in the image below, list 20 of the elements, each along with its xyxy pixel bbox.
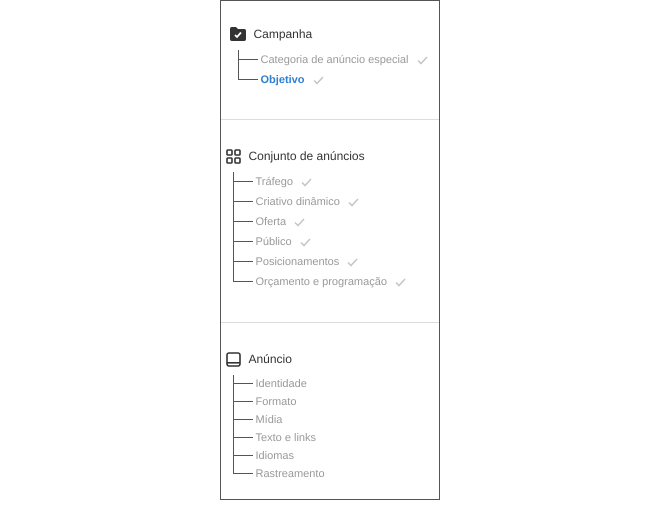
step-link[interactable]: Posicionamentos [256,254,340,270]
step-link[interactable]: Orçamento e programação [256,274,387,290]
tablet-icon [226,352,240,366]
step-link[interactable]: Oferta [256,214,286,230]
grid-icon [226,148,240,164]
step-link[interactable]: Criativo dinâmico [256,194,340,210]
step-link[interactable]: Identidade [256,376,307,392]
step-link[interactable]: Rastreamento [256,466,325,482]
section-title: Anúncio [248,351,292,368]
step-link[interactable]: Mídia [256,412,282,428]
step-link[interactable]: Público [256,234,292,250]
step-link[interactable]: Texto e links [256,430,316,446]
step-link[interactable]: Idiomas [256,448,294,464]
step-link[interactable]: Categoria de anúncio especial [260,52,408,68]
section-title: Conjunto de anúncios [248,148,365,165]
step-link[interactable]: Objetivo [260,72,305,88]
step-link[interactable]: Tráfego [256,174,294,190]
section-title: Campanha [254,26,312,43]
folder-check-icon [230,27,246,41]
step-link[interactable]: Formato [256,394,296,410]
